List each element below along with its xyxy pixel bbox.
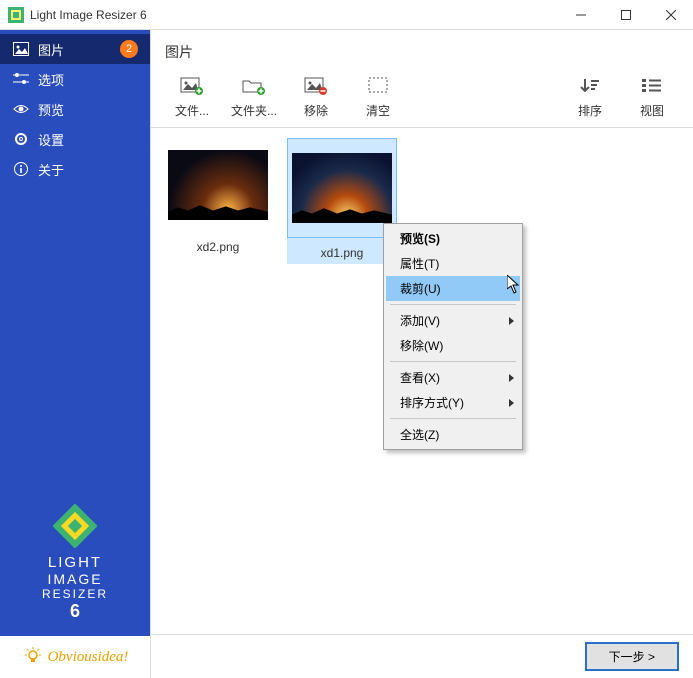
sidebar-item-label: 选项 xyxy=(38,70,64,89)
minimize-button[interactable] xyxy=(558,0,603,30)
brand-line1: LIGHT xyxy=(0,554,150,571)
context-menu-remove[interactable]: 移除(W) xyxy=(386,333,520,358)
toolbar: 文件... 文件夹... 移除 清空 排序 视图 xyxy=(151,68,693,128)
toolbar-add-file-button[interactable]: 文件... xyxy=(161,72,223,119)
context-menu-add[interactable]: 添加(V) xyxy=(386,308,520,333)
chevron-right-icon xyxy=(509,317,514,325)
sidebar-item-label: 图片 xyxy=(38,40,64,59)
cm-label: 排序方式(Y) xyxy=(400,396,464,410)
close-button[interactable] xyxy=(648,0,693,30)
sidebar-item-label: 设置 xyxy=(38,130,64,149)
context-menu-preview[interactable]: 预览(S) xyxy=(386,226,520,251)
gear-icon xyxy=(12,131,30,147)
page-title: 图片 xyxy=(151,30,693,68)
view-icon xyxy=(621,74,683,98)
chevron-right-icon xyxy=(509,399,514,407)
cm-label: 移除(W) xyxy=(400,339,443,353)
cm-label: 预览(S) xyxy=(400,232,440,246)
sliders-icon xyxy=(12,72,30,86)
cm-label: 全选(Z) xyxy=(400,428,439,442)
app-icon xyxy=(8,7,24,23)
brand-line2: IMAGE xyxy=(0,571,150,587)
sidebar-item-about[interactable]: 关于 xyxy=(0,154,150,184)
file-add-icon xyxy=(161,74,223,98)
window-title: Light Image Resizer 6 xyxy=(30,8,558,22)
sort-icon xyxy=(559,74,621,98)
tool-label: 文件夹... xyxy=(223,102,285,119)
folder-add-icon xyxy=(223,74,285,98)
obviousidea-link[interactable]: Obviousidea! xyxy=(0,636,150,678)
main-panel: 图片 文件... 文件夹... 移除 清空 排序 xyxy=(150,30,693,678)
brand-line4: 6 xyxy=(0,601,150,622)
next-button[interactable]: 下一步 > xyxy=(585,642,679,671)
sidebar-item-settings[interactable]: 设置 xyxy=(0,124,150,154)
tool-label: 移除 xyxy=(285,102,347,119)
titlebar: Light Image Resizer 6 xyxy=(0,0,693,30)
eye-icon xyxy=(12,102,30,116)
tool-label: 清空 xyxy=(347,102,409,119)
sidebar-item-preview[interactable]: 预览 xyxy=(0,94,150,124)
info-icon xyxy=(12,161,30,177)
sidebar-item-images[interactable]: 图片 2 xyxy=(0,34,150,64)
cm-label: 属性(T) xyxy=(400,257,439,271)
remove-icon xyxy=(285,74,347,98)
context-menu-view[interactable]: 查看(X) xyxy=(386,365,520,390)
obviousidea-label: Obviousidea! xyxy=(48,649,129,666)
brand-logo-block: LIGHT IMAGE RESIZER 6 xyxy=(0,494,150,636)
cm-label: 添加(V) xyxy=(400,314,440,328)
clear-icon xyxy=(347,74,409,98)
toolbar-clear-button[interactable]: 清空 xyxy=(347,72,409,119)
context-menu-separator xyxy=(390,304,516,305)
brand-line3: RESIZER xyxy=(0,587,150,601)
toolbar-view-button[interactable]: 视图 xyxy=(621,72,683,119)
context-menu-selectall[interactable]: 全选(Z) xyxy=(386,422,520,447)
cm-label: 查看(X) xyxy=(400,371,440,385)
context-menu: 预览(S) 属性(T) 裁剪(U) 添加(V) 移除(W) 查看(X) 排序方式… xyxy=(383,223,523,450)
count-badge: 2 xyxy=(120,40,138,58)
image-icon xyxy=(12,42,30,56)
toolbar-remove-button[interactable]: 移除 xyxy=(285,72,347,119)
toolbar-add-folder-button[interactable]: 文件夹... xyxy=(223,72,285,119)
sidebar-item-options[interactable]: 选项 xyxy=(0,64,150,94)
context-menu-sortby[interactable]: 排序方式(Y) xyxy=(386,390,520,415)
thumbnail-label: xd1.png xyxy=(287,238,397,264)
footer-bar: 下一步 > xyxy=(151,634,693,678)
tool-label: 视图 xyxy=(621,102,683,119)
cm-label: 裁剪(U) xyxy=(400,282,441,296)
sidebar: 图片 2 选项 预览 设置 关于 xyxy=(0,30,150,678)
maximize-button[interactable] xyxy=(603,0,648,30)
chevron-right-icon xyxy=(509,374,514,382)
sidebar-item-label: 预览 xyxy=(38,100,64,119)
context-menu-separator xyxy=(390,418,516,419)
brand-logo-icon xyxy=(53,504,97,548)
thumbnail-item[interactable]: xd2.png xyxy=(163,138,273,258)
context-menu-properties[interactable]: 属性(T) xyxy=(386,251,520,276)
tool-label: 排序 xyxy=(559,102,621,119)
toolbar-sort-button[interactable]: 排序 xyxy=(559,72,621,119)
thumbnail-label: xd2.png xyxy=(163,232,273,258)
thumbnails-area[interactable]: xd2.png xd1.png 预览(S) 属性(T) 裁剪(U) 添加(V) … xyxy=(151,128,693,634)
context-menu-separator xyxy=(390,361,516,362)
thumbnail-item-selected[interactable]: xd1.png xyxy=(287,138,397,264)
sidebar-item-label: 关于 xyxy=(38,160,64,179)
context-menu-crop[interactable]: 裁剪(U) xyxy=(386,276,520,301)
tool-label: 文件... xyxy=(161,102,223,119)
